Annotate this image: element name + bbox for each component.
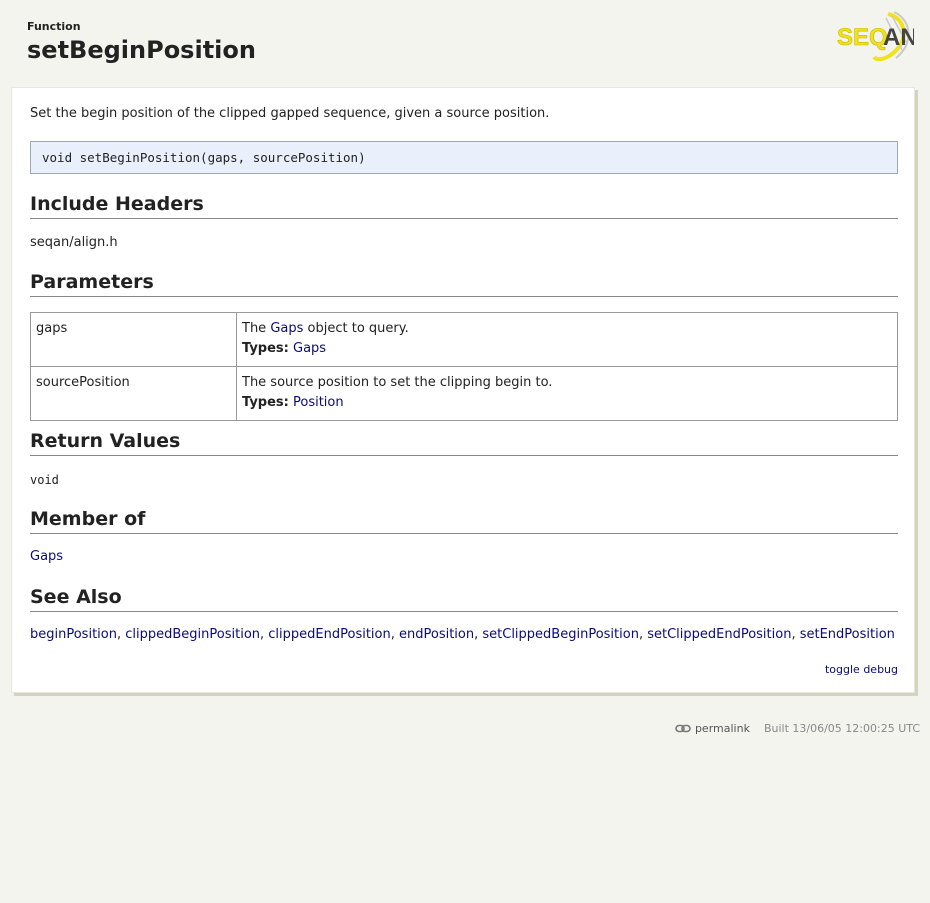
footer: permalink Built 13/06/05 12:00:25 UTC — [675, 722, 920, 735]
permalink-link[interactable]: permalink — [695, 722, 750, 735]
see-also-link[interactable]: clippedEndPosition — [268, 627, 390, 642]
separator: , — [638, 627, 648, 642]
types-label: Types: — [242, 395, 289, 410]
param-name: sourcePosition — [30, 366, 237, 421]
see-also-link[interactable]: setClippedEndPosition — [647, 627, 791, 642]
param-desc-text: The source position to set the clipping … — [242, 375, 553, 390]
parameters-table: gaps The Gaps object to query. Types: Ga… — [30, 312, 898, 421]
table-row: gaps The Gaps object to query. Types: Ga… — [30, 312, 898, 367]
param-desc-text: The — [242, 321, 271, 336]
parameters-heading: Parameters — [30, 269, 898, 297]
include-header-value: seqan/align.h — [30, 235, 118, 250]
see-also-link[interactable]: setClippedBeginPosition — [482, 627, 639, 642]
build-timestamp: Built 13/06/05 12:00:25 UTC — [763, 722, 920, 735]
include-headers-heading: Include Headers — [30, 191, 898, 219]
position-type-link[interactable]: Position — [293, 395, 344, 410]
return-value: void — [30, 473, 59, 487]
separator: , — [390, 627, 399, 642]
param-description: The Gaps object to query. Types: Gaps — [236, 312, 898, 367]
svg-text:SEQ: SEQ — [837, 24, 888, 51]
see-also-link[interactable]: beginPosition — [30, 627, 117, 642]
svg-text:AN: AN — [883, 24, 914, 51]
page-title: setBeginPosition — [27, 36, 256, 64]
see-also-link[interactable]: setEndPosition — [800, 627, 895, 642]
toggle-debug-link[interactable]: toggle debug — [825, 663, 898, 676]
param-desc-text: object to query. — [303, 321, 409, 336]
gaps-type-link[interactable]: Gaps — [293, 341, 326, 356]
member-of-heading: Member of — [30, 506, 898, 534]
content-card: Set the begin position of the clipped ga… — [11, 87, 915, 693]
member-of-link[interactable]: Gaps — [30, 549, 63, 564]
see-also-links: beginPosition, clippedBeginPosition, cli… — [30, 627, 895, 642]
see-also-link[interactable]: endPosition — [399, 627, 474, 642]
summary-text: Set the begin position of the clipped ga… — [30, 106, 550, 121]
types-label: Types: — [242, 341, 289, 356]
signature-box: void setBeginPosition(gaps, sourcePositi… — [30, 141, 898, 174]
return-values-heading: Return Values — [30, 428, 898, 456]
separator: , — [116, 627, 126, 642]
chain-link-icon — [675, 724, 691, 733]
page-header: Function setBeginPosition — [27, 20, 256, 65]
table-row: sourcePosition The source position to se… — [30, 366, 898, 421]
see-also-link[interactable]: clippedBeginPosition — [125, 627, 260, 642]
param-name: gaps — [30, 312, 237, 367]
param-description: The source position to set the clipping … — [236, 366, 898, 421]
gaps-link[interactable]: Gaps — [270, 321, 303, 336]
seqan-logo[interactable]: SEQ AN — [836, 10, 914, 62]
entry-kind: Function — [27, 20, 81, 33]
see-also-heading: See Also — [30, 584, 898, 612]
separator: , — [791, 627, 800, 642]
